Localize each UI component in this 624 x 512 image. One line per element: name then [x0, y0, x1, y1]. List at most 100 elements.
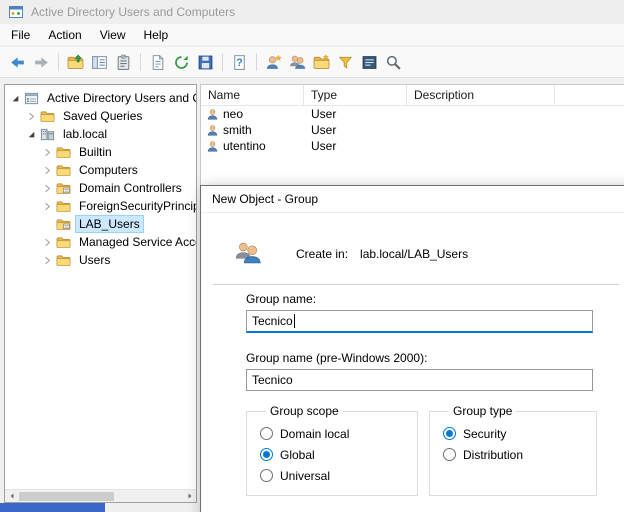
- expander-collapsed-icon[interactable]: [40, 145, 55, 160]
- group-scope-legend: Group scope: [266, 404, 343, 418]
- radio-circle[interactable]: [443, 427, 456, 440]
- filter-button[interactable]: [334, 51, 357, 74]
- show-console-tree-button[interactable]: [88, 51, 111, 74]
- radio-universal[interactable]: Universal: [260, 465, 417, 486]
- user-icon: [206, 140, 219, 153]
- tree-item-managed-service-accounts[interactable]: Managed Service Accounts: [5, 233, 196, 251]
- tree-item-domain-controllers[interactable]: Domain Controllers: [5, 179, 196, 197]
- export-list-button[interactable]: [146, 51, 169, 74]
- new-ou-button[interactable]: [310, 51, 333, 74]
- console-tree-pane: Active Directory Users and Computers Sav…: [4, 84, 197, 503]
- column-header-name[interactable]: Name: [201, 85, 304, 105]
- tree-item-label: Active Directory Users and Computers: [43, 89, 197, 107]
- app-icon[interactable]: [8, 4, 24, 20]
- radio-circle[interactable]: [260, 469, 273, 482]
- radio-distribution[interactable]: Distribution: [443, 444, 596, 465]
- pre2000-name-input[interactable]: Tecnico: [246, 369, 593, 391]
- radio-circle[interactable]: [260, 427, 273, 440]
- expander-expanded-icon[interactable]: [8, 91, 23, 106]
- new-object-group-dialog: New Object - Group Create in: lab.local/…: [200, 185, 624, 512]
- menu-action[interactable]: Action: [39, 28, 90, 42]
- user-type: User: [304, 123, 407, 137]
- forward-button[interactable]: [30, 51, 53, 74]
- folder-icon: [40, 109, 55, 124]
- radio-circle[interactable]: [443, 448, 456, 461]
- group-name-label: Group name:: [246, 290, 624, 306]
- radio-label: Security: [463, 427, 506, 441]
- new-user-button[interactable]: [262, 51, 285, 74]
- view-options-icon: [361, 54, 378, 71]
- radio-circle[interactable]: [260, 448, 273, 461]
- find-button[interactable]: [382, 51, 405, 74]
- menu-file[interactable]: File: [2, 28, 39, 42]
- tree-item-users[interactable]: Users: [5, 251, 196, 269]
- tree-item-lab-local[interactable]: lab.local: [5, 125, 196, 143]
- menu-view[interactable]: View: [91, 28, 135, 42]
- save-button[interactable]: [194, 51, 217, 74]
- export-list-icon: [149, 54, 166, 71]
- radio-global[interactable]: Global: [260, 444, 417, 465]
- toolbar: [0, 47, 624, 78]
- radio-domain-local[interactable]: Domain local: [260, 423, 417, 444]
- new-group-icon: [289, 54, 306, 71]
- radio-label: Distribution: [463, 448, 523, 462]
- toolbar-separator: [140, 53, 141, 71]
- window-titlebar[interactable]: Active Directory Users and Computers: [0, 0, 624, 24]
- tree-item-label: Builtin: [75, 143, 116, 161]
- expander-collapsed-icon[interactable]: [40, 253, 55, 268]
- toolbar-separator: [256, 53, 257, 71]
- refresh-button[interactable]: [170, 51, 193, 74]
- view-options-button[interactable]: [358, 51, 381, 74]
- create-in-label: Create in:: [296, 247, 348, 261]
- refresh-icon: [173, 54, 190, 71]
- back-button[interactable]: [6, 51, 29, 74]
- scrollbar-thumb[interactable]: [19, 492, 114, 501]
- group-scope-box: Group scope Domain local Global Universa…: [246, 404, 418, 496]
- console-tree-icon: [91, 54, 108, 71]
- domain-icon: [40, 127, 55, 142]
- user-name: smith: [223, 123, 252, 137]
- list-item-neo[interactable]: neo User: [201, 106, 624, 122]
- radio-label: Global: [280, 448, 315, 462]
- expander-expanded-icon[interactable]: [24, 127, 39, 142]
- list-item-smith[interactable]: smith User: [201, 122, 624, 138]
- save-icon: [197, 54, 214, 71]
- tree-item-root[interactable]: Active Directory Users and Computers: [5, 89, 196, 107]
- radio-security[interactable]: Security: [443, 423, 596, 444]
- tree-item-foreign-security-principals[interactable]: ForeignSecurityPrincipals: [5, 197, 196, 215]
- expander-collapsed-icon[interactable]: [24, 109, 39, 124]
- tree-item-computers[interactable]: Computers: [5, 161, 196, 179]
- tree-item-builtin[interactable]: Builtin: [5, 143, 196, 161]
- help-icon: [231, 54, 248, 71]
- help-button[interactable]: [228, 51, 251, 74]
- list-item-utentino[interactable]: utentino User: [201, 138, 624, 154]
- column-header-spacer: [555, 85, 624, 105]
- new-group-button[interactable]: [286, 51, 309, 74]
- up-one-level-button[interactable]: [64, 51, 87, 74]
- tree-item-label: Computers: [75, 161, 142, 179]
- menu-help[interactable]: Help: [135, 28, 178, 42]
- menu-bar: File Action View Help: [0, 24, 624, 46]
- scroll-right-button[interactable]: [183, 490, 196, 502]
- expander-collapsed-icon[interactable]: [40, 199, 55, 214]
- properties-button[interactable]: [112, 51, 135, 74]
- expander-collapsed-icon[interactable]: [40, 235, 55, 250]
- forward-icon: [33, 54, 50, 71]
- scroll-left-button[interactable]: [5, 490, 18, 502]
- dialog-titlebar[interactable]: New Object - Group: [201, 186, 624, 213]
- column-header-description[interactable]: Description: [407, 85, 555, 105]
- tree-item-label: LAB_Users: [75, 215, 144, 233]
- tree-item-label: lab.local: [59, 125, 111, 143]
- tree-item-saved-queries[interactable]: Saved Queries: [5, 107, 196, 125]
- tree-item-lab-users[interactable]: LAB_Users: [5, 215, 196, 233]
- group-type-box: Group type Security Distribution: [429, 404, 597, 496]
- create-in-row: Create in: lab.local/LAB_Users: [233, 239, 624, 269]
- horizontal-scrollbar[interactable]: [5, 489, 196, 502]
- expander-collapsed-icon[interactable]: [40, 181, 55, 196]
- expander-collapsed-icon[interactable]: [40, 163, 55, 178]
- new-ou-icon: [313, 54, 330, 71]
- text-caret: [294, 314, 295, 328]
- group-name-input[interactable]: Tecnico: [246, 310, 593, 333]
- create-in-value: lab.local/LAB_Users: [360, 247, 468, 261]
- column-header-type[interactable]: Type: [304, 85, 407, 105]
